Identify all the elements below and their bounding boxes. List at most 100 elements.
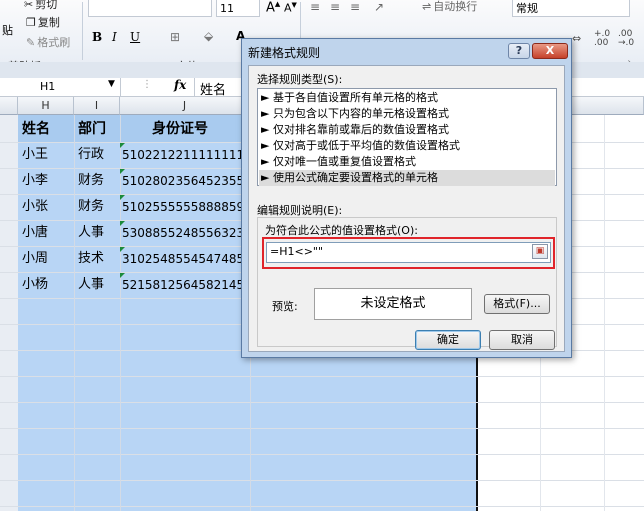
- wrap-icon: ⇌: [422, 0, 432, 13]
- collapse-dialog-icon[interactable]: ▣: [532, 244, 548, 259]
- grid-line: [0, 506, 644, 507]
- triangle-right-icon: ►: [261, 107, 270, 120]
- cell-id[interactable]: 52158125645821456: [122, 272, 250, 298]
- triangle-right-icon: ►: [261, 155, 270, 168]
- triangle-right-icon: ►: [261, 91, 270, 104]
- cell-dept[interactable]: 财务: [78, 168, 104, 194]
- header-cell-name[interactable]: 姓名: [22, 116, 50, 142]
- fx-icon[interactable]: fx: [174, 78, 186, 92]
- separator: [82, 2, 83, 60]
- select-all-corner[interactable]: [0, 97, 18, 115]
- chevron-down-icon[interactable]: ▼: [108, 79, 115, 89]
- cell-name[interactable]: 小周: [22, 246, 48, 272]
- help-button[interactable]: ?: [508, 43, 530, 59]
- number-format-combo[interactable]: 常规: [512, 0, 630, 17]
- brush-icon: ✎: [26, 35, 36, 49]
- rule-type-item-selected[interactable]: ► 使用公式确定要设置格式的单元格: [259, 170, 555, 186]
- cell-dept[interactable]: 行政: [78, 142, 104, 168]
- table-row[interactable]: 小王 行政 51022122111111111: [0, 142, 250, 168]
- cell-id[interactable]: 51022122111111111: [122, 142, 250, 168]
- rule-type-label: 选择规则类型(S):: [257, 73, 343, 86]
- cell-dept[interactable]: 技术: [78, 246, 104, 272]
- cell-dept[interactable]: 人事: [78, 272, 104, 298]
- triangle-right-icon: ►: [261, 171, 270, 184]
- format-painter-button[interactable]: ✎ 格式刷: [26, 34, 70, 50]
- grid-line: [0, 402, 644, 403]
- new-format-rule-dialog: 新建格式规则 ? X 选择规则类型(S): ► 基于各自值设置所有单元格的格式 …: [241, 38, 572, 358]
- cell-id[interactable]: 31025485545474855: [122, 246, 250, 272]
- table-row[interactable]: 小张 财务 51025555558888599: [0, 194, 250, 220]
- ok-button[interactable]: 确定: [415, 330, 481, 350]
- decrease-decimal-icon[interactable]: .00 →.0: [618, 30, 634, 48]
- rule-type-list[interactable]: ► 基于各自值设置所有单元格的格式 ► 只为包含以下内容的单元格设置格式 ► 仅…: [257, 88, 557, 186]
- cut-button[interactable]: ✂ 剪切: [24, 0, 57, 12]
- dialog-body: 选择规则类型(S): ► 基于各自值设置所有单元格的格式 ► 只为包含以下内容的…: [248, 65, 565, 352]
- shrink-font-icon[interactable]: A▼: [284, 1, 297, 15]
- cell-name[interactable]: 小李: [22, 168, 48, 194]
- rule-type-item[interactable]: ► 仅对唯一值或重复值设置格式: [261, 154, 553, 170]
- separator: [194, 78, 195, 96]
- triangle-right-icon: ►: [261, 139, 270, 152]
- align-bottom-icon[interactable]: ≡: [350, 0, 360, 14]
- preview-label: 预览:: [272, 300, 298, 313]
- header-cell-dept[interactable]: 部门: [78, 116, 106, 142]
- copy-button[interactable]: ❐ 复制: [26, 14, 60, 30]
- scissors-icon: ✂: [24, 0, 34, 11]
- bold-icon[interactable]: B: [92, 30, 102, 44]
- align-top-icon[interactable]: ≡: [310, 0, 320, 14]
- font-name-combo[interactable]: [88, 0, 212, 17]
- close-button[interactable]: X: [532, 43, 568, 59]
- table-row[interactable]: 小杨 人事 52158125645821456: [0, 272, 250, 298]
- table-row[interactable]: 小周 技术 31025485545474855: [0, 246, 250, 272]
- wrap-text-button[interactable]: ⇌ 自动换行: [422, 0, 477, 14]
- cell-name[interactable]: 小杨: [22, 272, 48, 298]
- table-row[interactable]: 小李 财务 51028023564523553: [0, 168, 250, 194]
- preview-text: 未设定格式: [360, 296, 426, 311]
- rule-type-item[interactable]: ► 只为包含以下内容的单元格设置格式: [261, 106, 553, 122]
- rule-type-item[interactable]: ► 仅对高于或低于平均值的数值设置格式: [261, 138, 553, 154]
- column-header-h[interactable]: H: [18, 97, 74, 115]
- borders-icon[interactable]: ⊞: [170, 30, 180, 44]
- grid-line: [0, 480, 644, 481]
- formula-text: =H1<>"": [270, 245, 324, 258]
- formula-input[interactable]: 姓名: [200, 79, 226, 98]
- preview-box: 未设定格式: [314, 288, 472, 320]
- orientation-icon[interactable]: ↗: [374, 0, 384, 14]
- header-cell-id[interactable]: 身份证号: [152, 116, 208, 142]
- cell-name[interactable]: 小唐: [22, 220, 48, 246]
- data-rows: 小王 行政 51022122111111111 小李 财务 5102802356…: [0, 142, 250, 298]
- formula-input-field[interactable]: =H1<>"" ▣: [266, 242, 551, 263]
- increase-decimal-icon[interactable]: +.0.00: [594, 30, 610, 48]
- fill-color-icon[interactable]: ⬙: [204, 29, 213, 43]
- format-button[interactable]: 格式(F)...: [484, 294, 550, 314]
- font-size-combo[interactable]: 11: [216, 0, 260, 17]
- cell-id[interactable]: 53088552485563235: [122, 220, 250, 246]
- dots-icon: ⋮: [142, 79, 152, 90]
- rule-type-item[interactable]: ► 基于各自值设置所有单元格的格式: [261, 90, 553, 106]
- cell-name[interactable]: 小王: [22, 142, 48, 168]
- merge-center-button[interactable]: ⇔: [572, 32, 581, 45]
- column-header-i[interactable]: I: [74, 97, 120, 115]
- underline-icon[interactable]: U: [130, 30, 140, 44]
- column-header-j[interactable]: J: [120, 97, 250, 115]
- grow-font-icon[interactable]: A▲: [266, 0, 280, 15]
- name-box[interactable]: H1 ▼: [0, 78, 121, 96]
- align-middle-icon[interactable]: ≡: [330, 0, 340, 14]
- paste-label[interactable]: 贴: [2, 22, 13, 38]
- cancel-button[interactable]: 取消: [489, 330, 555, 350]
- name-box-value: H1: [40, 80, 56, 93]
- cell-name[interactable]: 小张: [22, 194, 48, 220]
- dialog-title: 新建格式规则: [248, 46, 321, 60]
- formula-label: 为符合此公式的值设置格式(O):: [265, 224, 418, 237]
- italic-icon[interactable]: I: [112, 30, 117, 44]
- cell-dept[interactable]: 人事: [78, 220, 104, 246]
- triangle-right-icon: ►: [261, 123, 270, 136]
- table-row[interactable]: 小唐 人事 53088552485563235: [0, 220, 250, 246]
- cell-dept[interactable]: 财务: [78, 194, 104, 220]
- rule-type-item[interactable]: ► 仅对排名靠前或靠后的数值设置格式: [261, 122, 553, 138]
- cell-id[interactable]: 51028023564523553: [122, 168, 250, 194]
- cell-id[interactable]: 51025555558888599: [122, 194, 250, 220]
- merge-icon: ⇔: [572, 32, 582, 45]
- close-icon: X: [545, 44, 555, 57]
- grid-line: [604, 115, 605, 511]
